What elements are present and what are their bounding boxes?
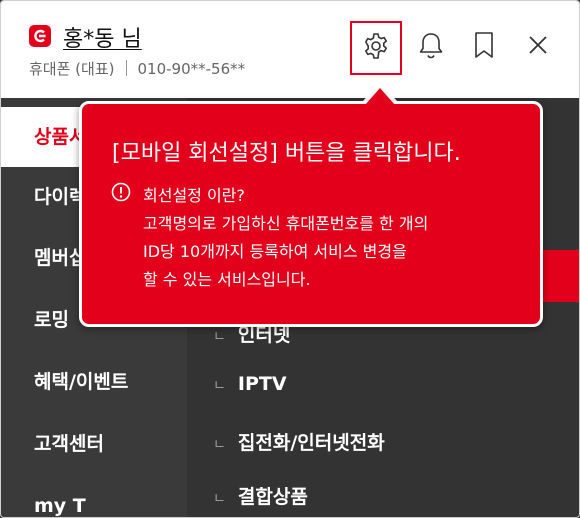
notifications-button[interactable]	[411, 27, 451, 67]
close-button[interactable]	[518, 27, 558, 67]
divider	[126, 60, 128, 76]
bookmark-icon	[472, 30, 496, 64]
submenu-bullet: ㄴ	[213, 437, 226, 453]
submenu-item-iptv[interactable]: ㄴ IPTV	[213, 373, 287, 395]
submenu-bullet: ㄴ	[213, 491, 226, 507]
tooltip-line: 고객명의로 가입하신 휴대폰번호를 한 개의	[143, 214, 429, 233]
submenu-item-bundle[interactable]: ㄴ 결합상품	[213, 482, 308, 509]
bookmark-button[interactable]	[464, 27, 504, 67]
submenu-item-home-phone[interactable]: ㄴ 집전화/인터넷전화	[213, 428, 385, 455]
tooltip-callout: [모바일 회선설정] 버튼을 클릭합니다. 회선설정 이란? 고객명의로 가입하…	[79, 101, 543, 327]
brand-logo-icon	[29, 25, 51, 47]
close-icon	[527, 34, 549, 60]
tooltip-line: ID당 10개까지 등록하여 서비스 변경을	[143, 242, 407, 261]
phone-type: 휴대폰 (대표)	[29, 60, 115, 78]
sidebar-item-benefits[interactable]: 혜택/이벤트	[1, 352, 187, 412]
settings-button[interactable]	[350, 21, 402, 75]
phone-info: 휴대폰 (대표) 010-90**-56**	[29, 58, 245, 79]
submenu-label: IPTV	[237, 373, 287, 395]
submenu-label: 결합상품	[237, 486, 308, 508]
app-window: 홍*동 님 휴대폰 (대표) 010-90**-56** 상품서비스 다이렉트샵…	[0, 0, 580, 518]
submenu-bullet: ㄴ	[213, 378, 226, 394]
exclamation-circle-icon	[111, 182, 131, 202]
sidebar-item-customer-center[interactable]: 고객센터	[1, 414, 187, 474]
submenu-label: 인터넷	[237, 324, 291, 346]
submenu-label: 집전화/인터넷전화	[237, 432, 385, 454]
tooltip-subtitle: 회선설정 이란?	[143, 186, 245, 205]
phone-number: 010-90**-56**	[137, 60, 246, 78]
bell-icon	[417, 30, 445, 64]
user-name-link[interactable]: 홍*동 님	[63, 21, 142, 53]
gear-icon	[361, 31, 391, 65]
tooltip-body: 고객명의로 가입하신 휴대폰번호를 한 개의 ID당 10개까지 등록하여 서비…	[143, 210, 523, 294]
sidebar-item-my-t[interactable]: my T	[1, 476, 187, 517]
tooltip-title: [모바일 회선설정] 버튼을 클릭합니다.	[112, 141, 461, 166]
tooltip-line: 할 수 있는 서비스입니다.	[143, 270, 311, 289]
tooltip-arrow-fill	[365, 88, 395, 105]
submenu-bullet: ㄴ	[213, 329, 226, 345]
header: 홍*동 님 휴대폰 (대표) 010-90**-56**	[1, 1, 579, 98]
